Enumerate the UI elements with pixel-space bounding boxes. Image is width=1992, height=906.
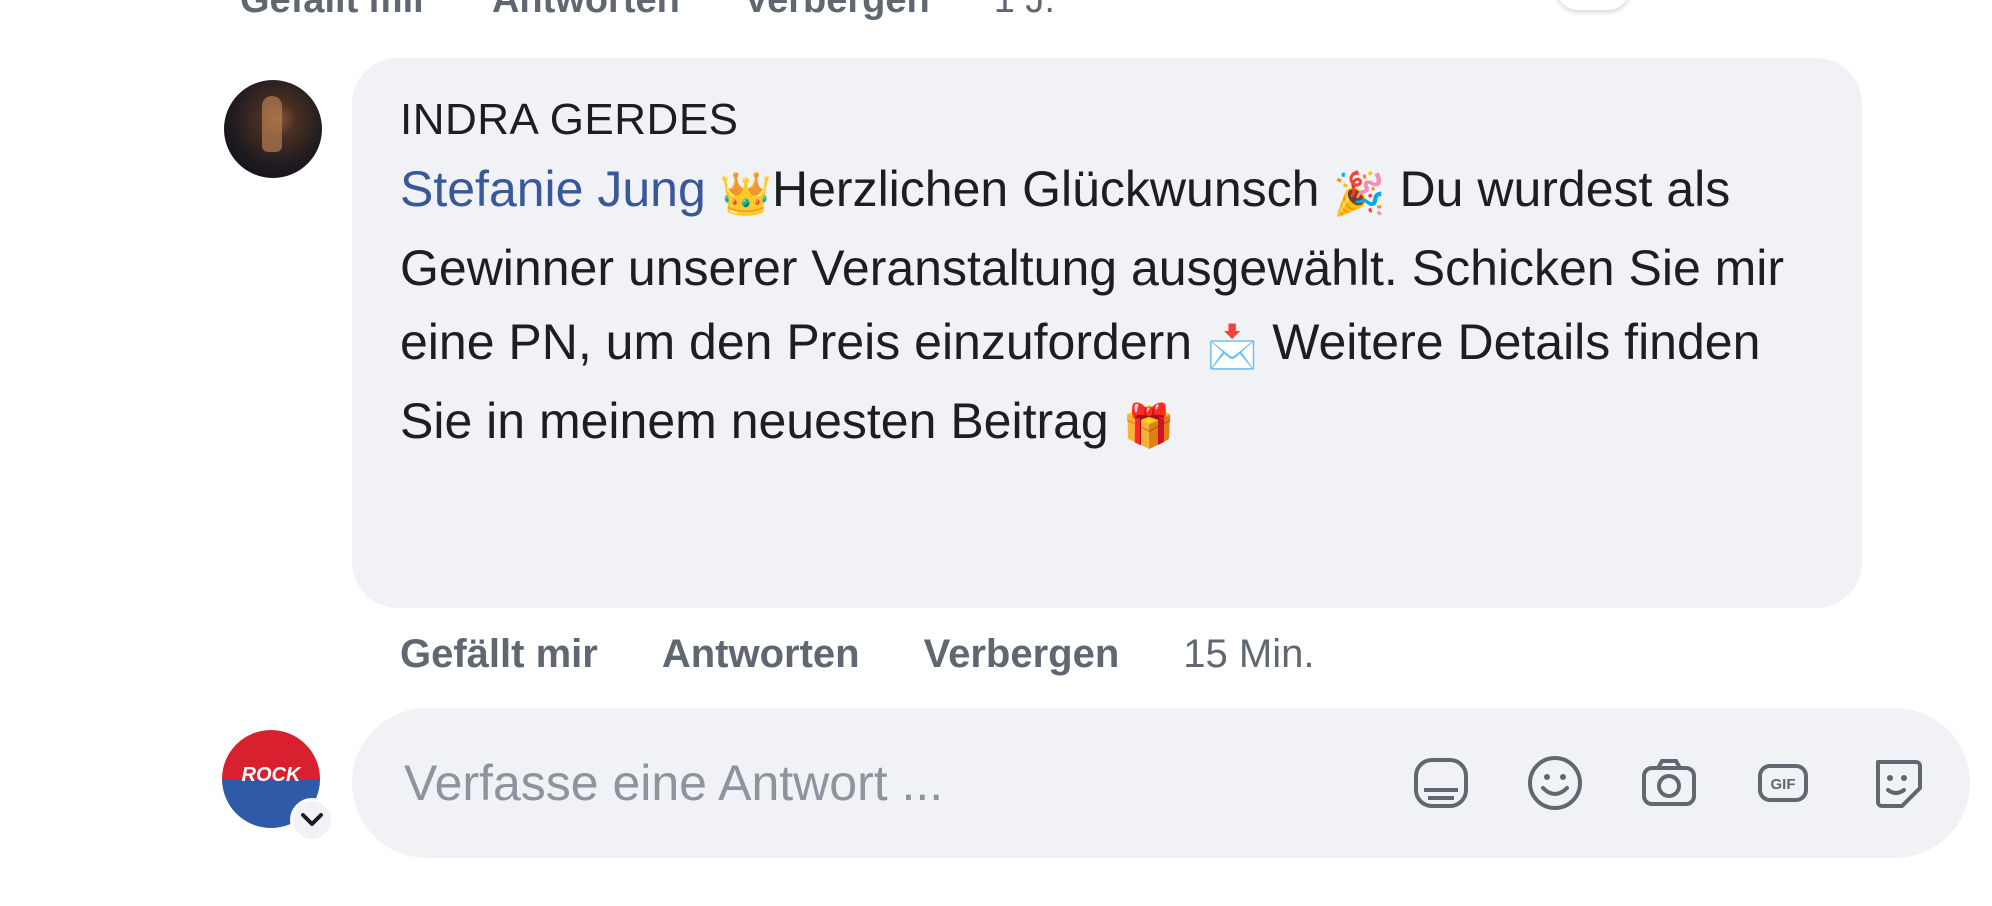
previous-reaction-badge[interactable] — [1556, 0, 1630, 10]
envelope-icon: 📩 — [1206, 323, 1259, 370]
like-link[interactable]: Gefällt mir — [400, 632, 598, 677]
comment-author[interactable]: INDRA GERDES — [400, 92, 1814, 148]
svg-text:GIF: GIF — [1771, 776, 1796, 793]
comment-actions: Gefällt mir Antworten Verbergen 15 Min. — [400, 626, 1314, 682]
chevron-down-icon[interactable] — [290, 798, 334, 842]
party-popper-icon: 🎉 — [1333, 170, 1386, 217]
crown-icon: 👑 — [719, 170, 772, 217]
previous-like-link[interactable]: Gefällt mir — [240, 0, 428, 22]
previous-hide-link[interactable]: Verbergen — [744, 0, 930, 22]
reply-tools: GIF — [1408, 750, 1930, 816]
gift-icon: 🎁 — [1122, 402, 1175, 449]
comment-bubble: INDRA GERDES Stefanie Jung 👑Herzlichen G… — [352, 58, 1862, 608]
reply-input[interactable] — [402, 753, 1408, 813]
avatar-logo-text: ROCK — [241, 764, 301, 786]
previous-comment-actions: Gefällt mir Antworten Verbergen 1 J. — [240, 0, 1055, 22]
emoji-icon[interactable] — [1522, 750, 1588, 816]
sticker-icon[interactable] — [1408, 750, 1474, 816]
previous-reply-link[interactable]: Antworten — [492, 0, 680, 22]
comment-text: Stefanie Jung 👑Herzlichen Glückwunsch 🎉 … — [400, 152, 1814, 463]
camera-icon[interactable] — [1636, 750, 1702, 816]
gif-icon[interactable]: GIF — [1750, 750, 1816, 816]
mention-link[interactable]: Stefanie Jung — [400, 161, 706, 217]
comment-text-part1: Herzlichen Glückwunsch — [772, 161, 1320, 217]
reply-link[interactable]: Antworten — [662, 632, 860, 677]
reply-box[interactable]: GIF — [352, 708, 1970, 858]
commenter-avatar[interactable] — [224, 80, 322, 178]
hide-link[interactable]: Verbergen — [924, 632, 1120, 677]
previous-timestamp[interactable]: 1 J. — [994, 0, 1055, 22]
comment-timestamp[interactable]: 15 Min. — [1183, 632, 1314, 677]
sticker-face-icon[interactable] — [1864, 750, 1930, 816]
